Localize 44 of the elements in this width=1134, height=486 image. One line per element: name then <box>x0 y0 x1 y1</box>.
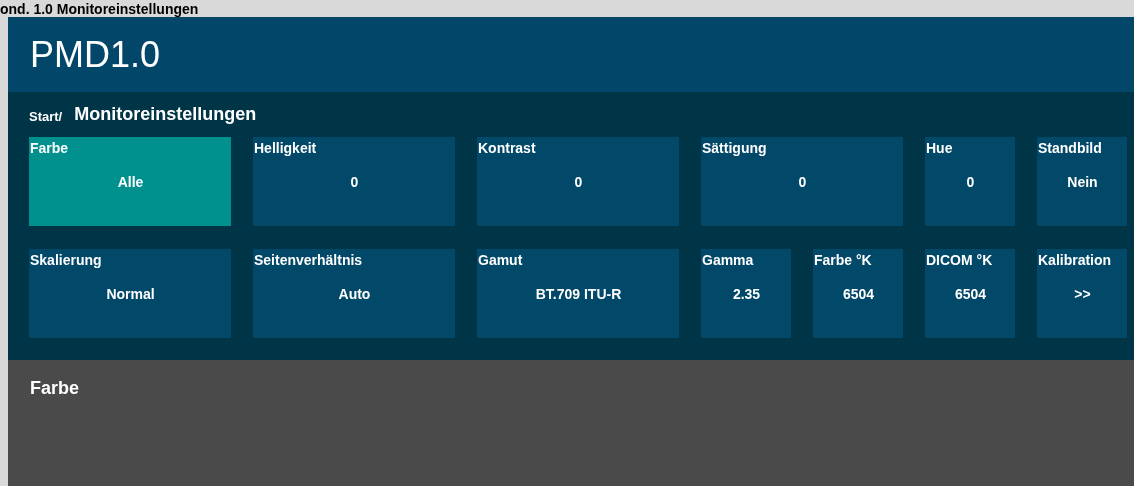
tile-value: 6504 <box>953 286 988 302</box>
tile-value: 0 <box>349 174 360 190</box>
tile-value: Auto <box>337 286 372 302</box>
setting-tile[interactable]: Seitenverhältnis Auto <box>253 249 455 338</box>
tile-label: Sättigung <box>702 139 768 157</box>
setting-tile[interactable]: Sättigung 0 <box>701 137 903 226</box>
tile-value: 0 <box>797 174 808 190</box>
tile-label: Gamma <box>702 251 755 269</box>
tile-value: 2.35 <box>731 286 762 302</box>
setting-tile[interactable]: Gamut BT.709 ITU-R <box>477 249 679 338</box>
setting-tile[interactable]: DICOM °K 6504 <box>925 249 1015 338</box>
setting-tile[interactable]: Kontrast 0 <box>477 137 679 226</box>
tile-label: Helligkeit <box>254 139 318 157</box>
setting-tile[interactable]: Skalierung Normal <box>29 249 231 338</box>
tile-value: >> <box>1073 286 1092 302</box>
tile-label: DICOM °K <box>926 251 994 269</box>
tile-label: Seitenverhältnis <box>254 251 364 269</box>
tile-label: Farbe °K <box>814 251 873 269</box>
tile-label: Kontrast <box>478 139 537 157</box>
tile-value: 0 <box>965 174 976 190</box>
breadcrumb-link[interactable]: Start/ <box>29 105 63 124</box>
tile-value: BT.709 ITU-R <box>534 286 623 302</box>
tile-label: Farbe <box>30 139 70 157</box>
tile-label: Kalibration <box>1038 251 1113 269</box>
setting-tile[interactable]: Farbe Alle <box>29 137 231 226</box>
setting-tile[interactable]: Helligkeit 0 <box>253 137 455 226</box>
tile-value: Alle <box>116 174 145 190</box>
tile-label: Hue <box>926 139 954 157</box>
page-title: Monitoreinstellungen <box>74 104 257 125</box>
tile-value: 6504 <box>841 286 876 302</box>
detail-title: Farbe <box>30 378 80 398</box>
setting-tile[interactable]: Gamma 2.35 <box>701 249 791 338</box>
tile-label: Standbild <box>1038 139 1103 157</box>
setting-tile[interactable]: Farbe °K 6504 <box>813 249 903 338</box>
setting-tile[interactable]: Kalibration >> <box>1037 249 1127 338</box>
setting-tile[interactable]: Hue 0 <box>925 137 1015 226</box>
app-title: PMD1.0 <box>30 33 161 76</box>
tile-value: Nein <box>1066 174 1099 190</box>
tile-label: Skalierung <box>30 251 103 269</box>
tile-value: 0 <box>573 174 584 190</box>
tile-label: Gamut <box>478 251 524 269</box>
tile-value: Normal <box>105 286 156 302</box>
setting-tile[interactable]: Standbild Nein <box>1037 137 1127 226</box>
figure-caption: ond. 1.0 Monitoreinstellungen <box>0 0 199 17</box>
